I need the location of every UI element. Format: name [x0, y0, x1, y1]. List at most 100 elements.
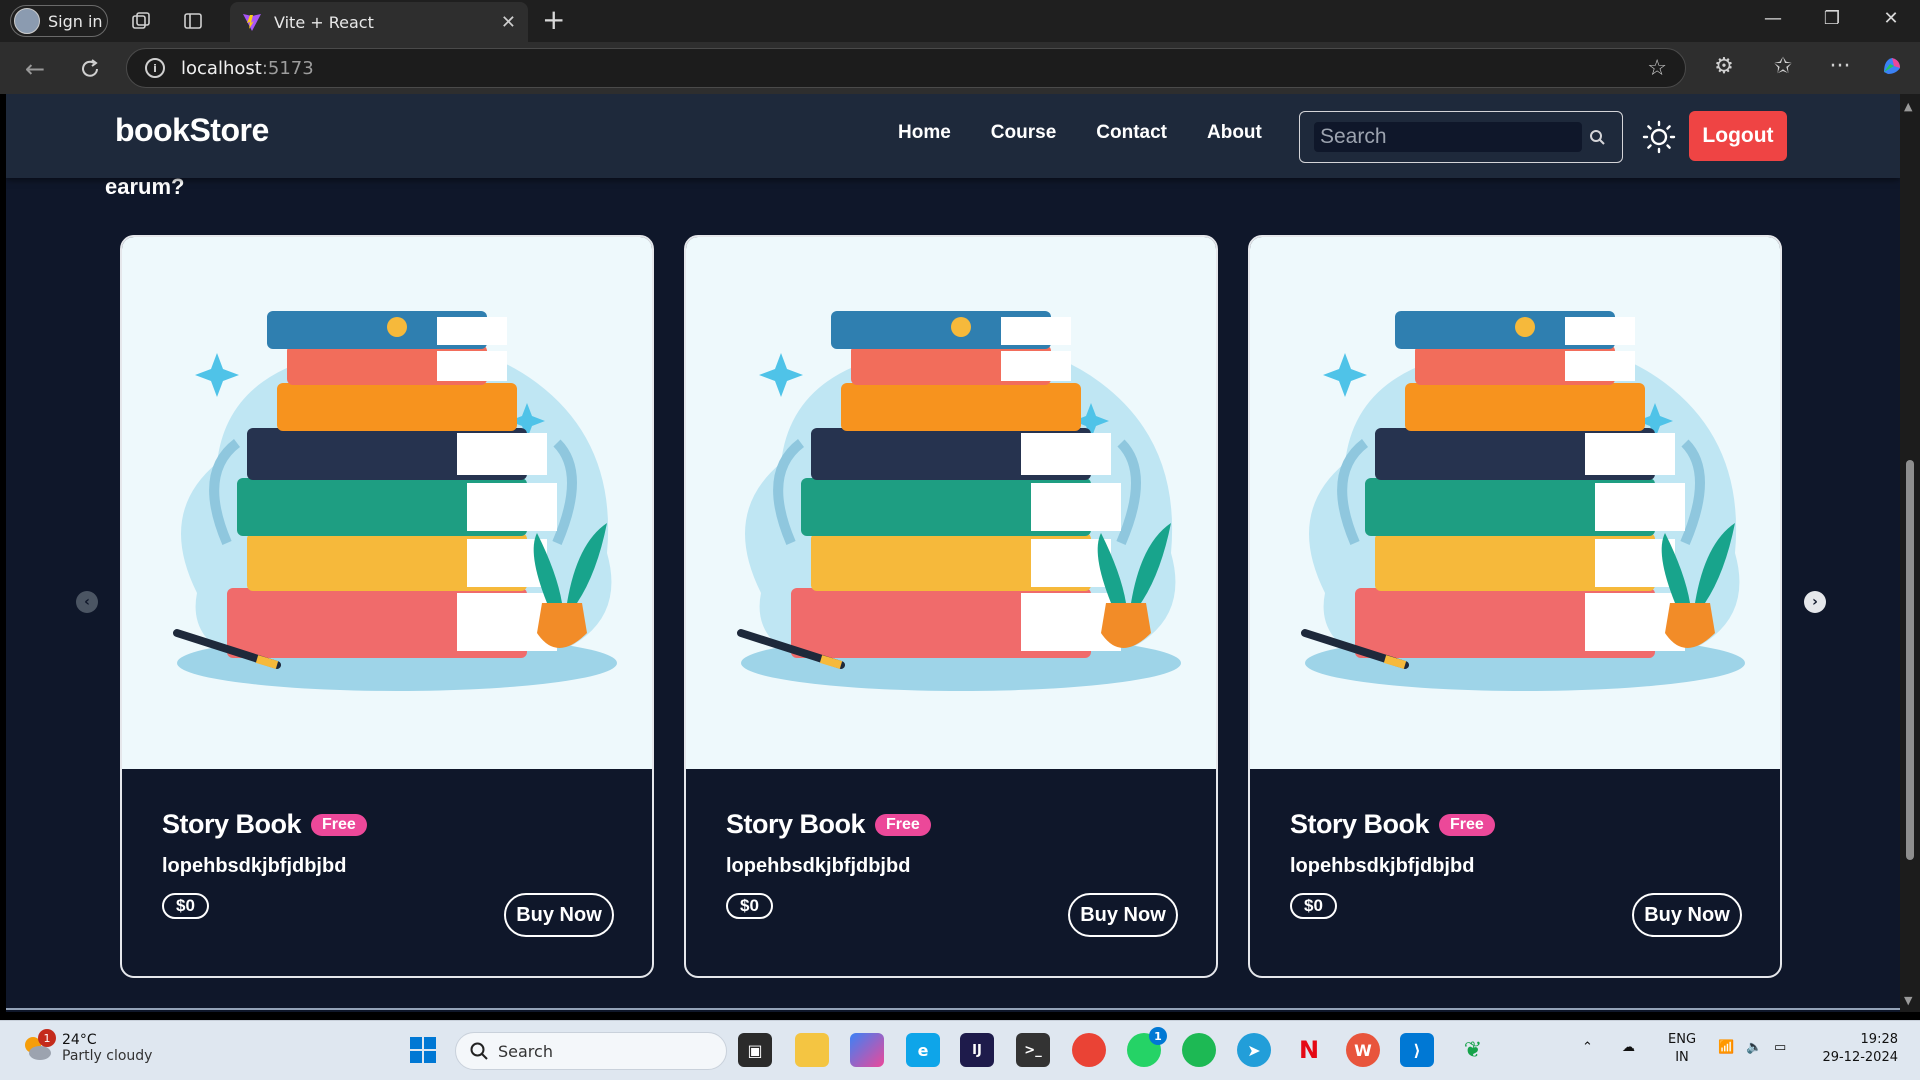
restore-icon[interactable]: ❐ — [1817, 8, 1847, 29]
minimize-icon[interactable]: — — [1758, 8, 1788, 29]
scroll-down-icon[interactable]: ▼ — [1904, 994, 1912, 1007]
search-icon — [470, 1042, 488, 1060]
close-window-icon[interactable]: ✕ — [1876, 8, 1906, 29]
more-menu-icon[interactable]: ··· — [1825, 54, 1855, 79]
clock-time: 19:28 — [1860, 1032, 1898, 1047]
page-viewport: earum? Story Book Free lopehbsdkjbfjdbjb… — [6, 94, 1900, 1012]
logout-button[interactable]: Logout — [1689, 111, 1787, 161]
carousel-next-icon[interactable]: › — [1804, 591, 1826, 613]
onedrive-icon[interactable]: ☁ — [1622, 1039, 1635, 1057]
refresh-icon[interactable] — [73, 52, 107, 86]
intellij-icon[interactable]: IJ — [960, 1033, 994, 1067]
language-indicator[interactable]: ENG IN — [1668, 1031, 1696, 1067]
weather-condition: Partly cloudy — [62, 1048, 153, 1064]
nav-link-contact[interactable]: Contact — [1096, 122, 1167, 144]
brand-logo[interactable]: bookStore — [115, 112, 269, 149]
search-box: Search — [1299, 111, 1623, 163]
nav-links: Home Course Contact About — [898, 122, 1262, 144]
spotify-icon[interactable] — [1182, 1033, 1216, 1067]
terminal-icon[interactable]: >_ — [1016, 1033, 1050, 1067]
taskbar-search[interactable]: Search — [455, 1032, 727, 1070]
search-icon[interactable] — [1582, 129, 1612, 145]
close-tab-icon[interactable]: ✕ — [501, 12, 516, 33]
site-info-icon[interactable]: i — [145, 58, 165, 78]
vite-icon — [243, 14, 261, 31]
free-badge: Free — [1439, 813, 1495, 836]
book-stack-illustration — [737, 311, 1181, 691]
nav-link-home[interactable]: Home — [898, 122, 951, 144]
battery-icon[interactable]: ▭ — [1774, 1039, 1786, 1057]
volume-icon[interactable]: 🔈 — [1746, 1039, 1762, 1057]
book-title: Story Book — [162, 809, 302, 839]
divider — [6, 1008, 1900, 1010]
price-badge: $0 — [726, 893, 773, 919]
buy-now-button[interactable]: Buy Now — [1068, 893, 1178, 937]
language-code: ENG — [1668, 1032, 1697, 1047]
extensions-icon[interactable]: ⚙ — [1709, 54, 1739, 79]
task-view-icon[interactable]: ▣ — [738, 1033, 772, 1067]
book-description: lopehbsdkjbfjdbjbd — [726, 855, 911, 877]
windows-start-icon[interactable] — [406, 1033, 440, 1067]
tab-vite-react[interactable]: Vite + React ✕ — [230, 2, 528, 42]
profile-sign-in-button[interactable]: Sign in — [10, 5, 108, 37]
page-scrollbar[interactable]: ▲ ▼ — [1900, 94, 1920, 1012]
book-image — [122, 237, 652, 769]
profile-label: Sign in — [48, 11, 103, 31]
browser-tab-strip: Sign in Vite + React ✕ + — ❐ ✕ — [0, 0, 1920, 42]
netflix-icon[interactable]: N — [1292, 1033, 1326, 1067]
telegram-icon[interactable]: ➤ — [1237, 1033, 1271, 1067]
new-tab-icon[interactable]: + — [542, 6, 565, 34]
favorites-icon[interactable]: ✩ — [1768, 54, 1798, 79]
search-input[interactable]: Search — [1314, 122, 1582, 152]
book-title: Story Book — [726, 809, 866, 839]
clock[interactable]: 19:28 29-12-2024 — [1816, 1031, 1898, 1067]
url-port: :5173 — [261, 57, 314, 79]
taskbar-search-label: Search — [498, 1041, 553, 1061]
weather-temperature: 24°C — [62, 1032, 97, 1048]
partly-cloudy-icon: 1 — [20, 1029, 56, 1065]
book-stack-illustration — [1301, 311, 1745, 691]
windows-taskbar: 1 24°C Partly cloudy Search ▣ e IJ >_ 1 … — [0, 1020, 1920, 1080]
site-navbar: bookStore Home Course Contact About Sear… — [6, 94, 1900, 178]
favorite-star-icon[interactable]: ☆ — [1647, 56, 1667, 81]
scroll-up-icon[interactable]: ▲ — [1904, 100, 1912, 113]
book-card[interactable]: Story Book Free lopehbsdkjbfjdbjbd $0 Bu… — [684, 235, 1218, 978]
tab-title: Vite + React — [274, 12, 374, 32]
nav-link-about[interactable]: About — [1207, 122, 1262, 144]
book-image — [1250, 237, 1780, 769]
edge-icon[interactable]: e — [906, 1033, 940, 1067]
free-badge: Free — [875, 813, 931, 836]
book-image — [686, 237, 1216, 769]
wifi-icon[interactable]: 📶 — [1718, 1039, 1734, 1057]
chrome-icon[interactable] — [1072, 1033, 1106, 1067]
free-badge: Free — [311, 813, 367, 836]
workspaces-icon[interactable] — [128, 8, 154, 34]
vscode-icon[interactable]: ⟩ — [1400, 1033, 1434, 1067]
buy-now-button[interactable]: Buy Now — [504, 893, 614, 937]
address-bar[interactable]: i localhost:5173 ☆ — [126, 48, 1686, 88]
browser-toolbar: ← i localhost:5173 ☆ ⚙ ✩ ··· — [0, 42, 1920, 94]
whatsapp-icon[interactable]: 1 — [1127, 1027, 1167, 1067]
carousel-prev-icon[interactable]: ‹ — [76, 591, 98, 613]
copilot-app-icon[interactable] — [850, 1033, 884, 1067]
tab-actions-icon[interactable] — [180, 8, 206, 34]
show-hidden-icons[interactable]: ⌃ — [1582, 1039, 1593, 1057]
back-icon[interactable]: ← — [18, 52, 52, 86]
wps-office-icon[interactable]: W — [1346, 1033, 1380, 1067]
url-host: localhost — [181, 57, 262, 79]
nav-link-course[interactable]: Course — [991, 122, 1056, 144]
price-badge: $0 — [1290, 893, 1337, 919]
copilot-icon[interactable] — [1877, 54, 1907, 84]
region-code: IN — [1675, 1050, 1689, 1065]
theme-toggle-sun-icon[interactable] — [1642, 120, 1676, 154]
mongodb-compass-icon[interactable]: ❦ — [1456, 1033, 1490, 1067]
file-explorer-icon[interactable] — [795, 1033, 829, 1067]
weather-notification-badge: 1 — [38, 1029, 56, 1047]
book-card[interactable]: Story Book Free lopehbsdkjbfjdbjbd $0 Bu… — [1248, 235, 1782, 978]
buy-now-button[interactable]: Buy Now — [1632, 893, 1742, 937]
profile-avatar — [14, 8, 40, 34]
book-stack-illustration — [173, 311, 617, 691]
book-card[interactable]: Story Book Free lopehbsdkjbfjdbjbd $0 Bu… — [120, 235, 654, 978]
weather-widget[interactable]: 1 24°C Partly cloudy — [20, 1029, 153, 1065]
scrollbar-thumb[interactable] — [1906, 460, 1914, 860]
